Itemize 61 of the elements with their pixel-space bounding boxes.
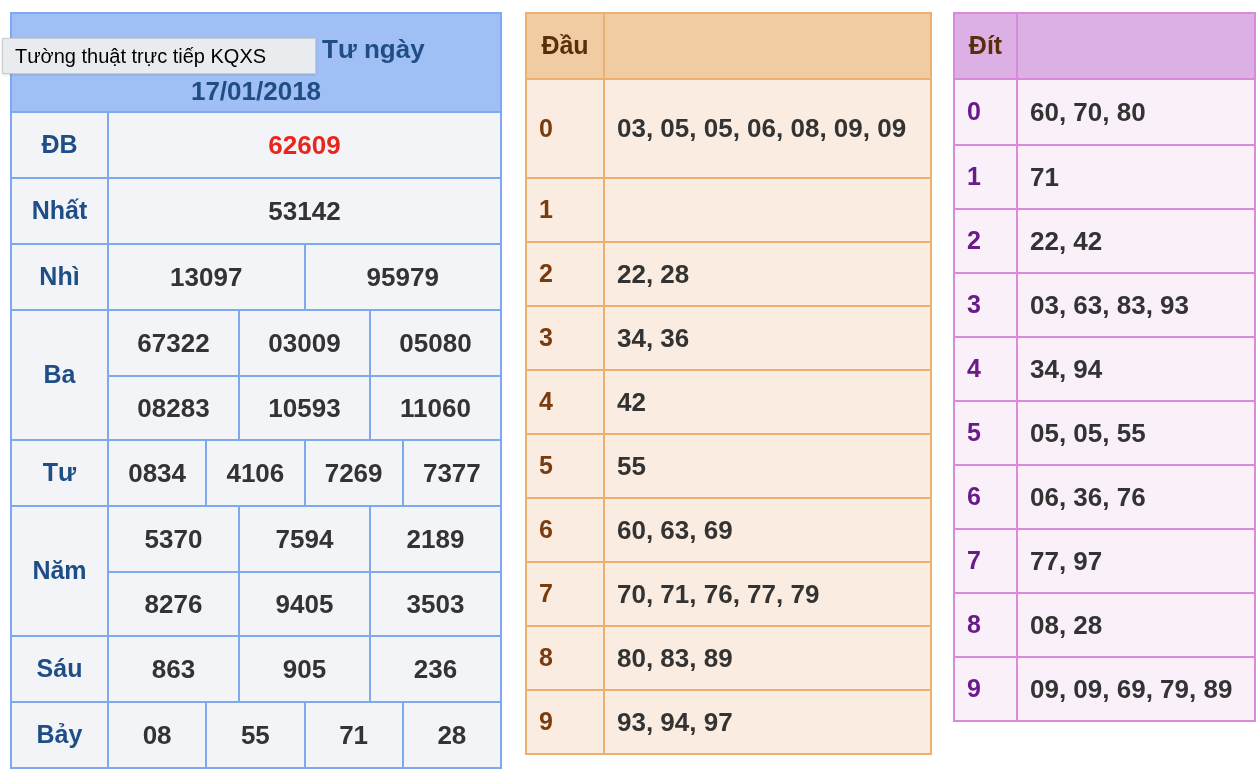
table-cell: 05080 <box>369 311 500 375</box>
table-cell-text: 71 <box>1029 160 1060 194</box>
table-cell-text: 34, 36 <box>616 321 691 355</box>
prize-label: Ba <box>43 359 76 391</box>
column-header: Đầu <box>527 14 605 78</box>
table-cell: 13097 <box>109 245 304 309</box>
table-cell-text: 09, 09, 69, 79, 89 <box>1029 672 1234 706</box>
prize-label: Năm <box>32 555 87 587</box>
prize-label: Nhất <box>31 195 88 227</box>
table-cell-text: 03, 05, 05, 06, 08, 09, 09 <box>616 112 908 145</box>
table-cell-text: 42 <box>616 385 647 419</box>
table-cell: 7377 <box>401 441 500 505</box>
table-cell: 9 <box>527 691 605 753</box>
table-cell: 11060 <box>369 377 500 439</box>
table-cell: 9405 <box>238 573 369 635</box>
table-cell: 08283 <box>109 377 238 439</box>
table-cell: 10593 <box>238 377 369 439</box>
table-cell: 5370 <box>109 507 238 571</box>
table-cell-text: 22, 42 <box>1029 224 1104 258</box>
prize-label: Tư <box>42 457 77 489</box>
results-date: 17/01/2018 <box>190 76 322 107</box>
table-cell-text: 22, 28 <box>616 257 691 291</box>
column-header: Đít <box>955 14 1018 78</box>
prize-label: Sáu <box>36 653 83 685</box>
table-cell-text: 05, 05, 55 <box>1029 416 1147 450</box>
table-cell: 3503 <box>369 573 500 635</box>
table-cell-text: 77, 97 <box>1029 544 1104 578</box>
results-title: Tư ngày <box>322 34 425 65</box>
table-cell-text: 06, 36, 76 <box>1029 480 1147 514</box>
table-cell-text: 08, 28 <box>1029 608 1104 642</box>
tooltip: Tường thuật trực tiếp KQXS <box>2 38 316 74</box>
table-cell: 905 <box>238 637 369 701</box>
table-cell: 4106 <box>205 441 304 505</box>
table-cell-text: 34, 94 <box>1029 352 1104 386</box>
table-cell-text: 93, 94, 97 <box>616 705 734 739</box>
table-cell-text: 55 <box>616 449 647 483</box>
table-cell: 0834 <box>109 441 206 505</box>
table-cell: 9 <box>955 658 1018 720</box>
prize-label: ĐB <box>41 129 78 161</box>
prize-label: Bảy <box>36 719 83 751</box>
table-cell-text: 80, 83, 89 <box>616 641 734 675</box>
table-cell: 08 <box>109 703 206 767</box>
table-cell: 71 <box>303 703 402 767</box>
table-cell: 62609 <box>109 113 500 177</box>
table-cell-text: 60, 63, 69 <box>616 513 734 547</box>
prize-label: Nhì <box>39 261 80 293</box>
table-cell: 67322 <box>109 311 238 375</box>
table-cell: 53142 <box>109 179 500 243</box>
table-cell: 28 <box>401 703 500 767</box>
table-cell: 7594 <box>238 507 369 571</box>
table-cell-text: 03, 63, 83, 93 <box>1029 288 1191 322</box>
table-cell: 03009 <box>238 311 369 375</box>
table-cell: 863 <box>109 637 238 701</box>
table-cell: 95979 <box>303 245 500 309</box>
table-cell: 8276 <box>109 573 238 635</box>
table-cell: 55 <box>205 703 304 767</box>
table-cell: 2189 <box>369 507 500 571</box>
table-cell: 236 <box>369 637 500 701</box>
table-cell-text: 60, 70, 80 <box>1029 95 1147 129</box>
table-cell: 7269 <box>303 441 402 505</box>
table-cell-text: 70, 71, 76, 77, 79 <box>616 577 821 611</box>
